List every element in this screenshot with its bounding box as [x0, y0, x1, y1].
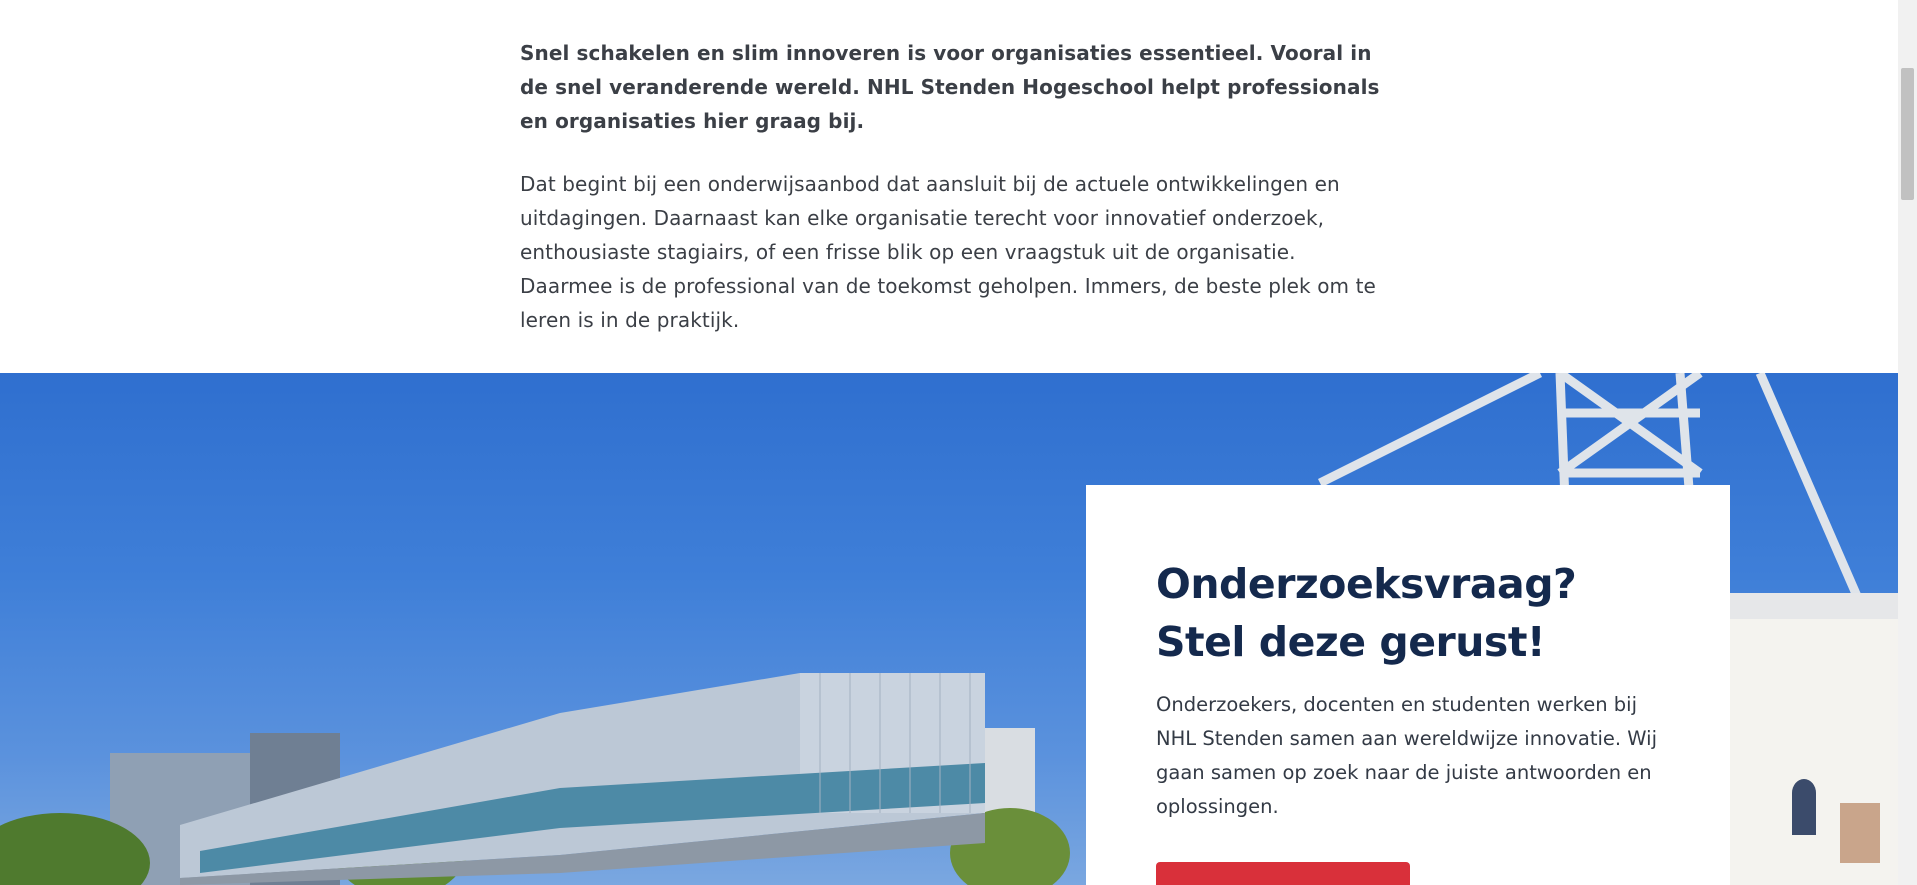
- page: Snel schakelen en slim innoveren is voor…: [0, 0, 1898, 885]
- mill-balcony: [1730, 593, 1898, 619]
- research-question-card: Onderzoeksvraag? Stel deze gerust! Onder…: [1086, 485, 1730, 885]
- mill-window: [1792, 779, 1816, 835]
- page-scrollbar[interactable]: [1898, 0, 1917, 885]
- scrollbar-thumb[interactable]: [1901, 68, 1914, 200]
- intro-lead-text: Snel schakelen en slim innoveren is voor…: [520, 41, 1380, 133]
- card-title: Onderzoeksvraag? Stel deze gerust!: [1156, 560, 1577, 666]
- intro-section: Snel schakelen en slim innoveren is voor…: [520, 36, 1380, 337]
- card-text: Onderzoekers, docenten en studenten werk…: [1156, 693, 1657, 818]
- card-cta-button[interactable]: [1156, 862, 1410, 885]
- brick-patch: [1840, 803, 1880, 863]
- hero-image: Onderzoeksvraag? Stel deze gerust! Onder…: [0, 373, 1898, 885]
- intro-body-text: Dat begint bij een onderwijsaanbod dat a…: [520, 172, 1376, 332]
